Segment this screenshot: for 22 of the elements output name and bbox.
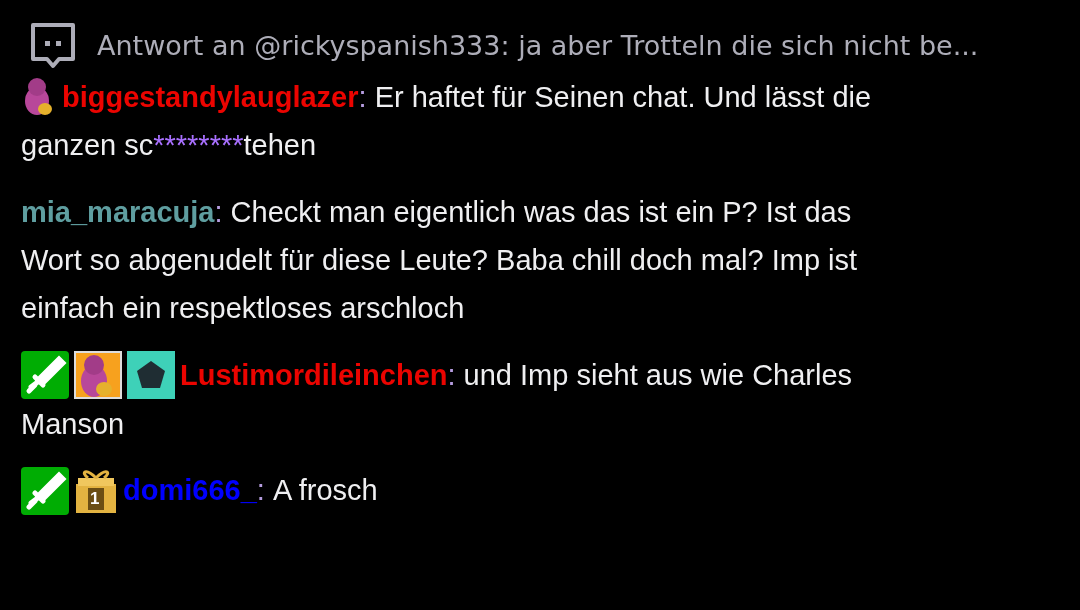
message-text: Manson	[21, 408, 125, 441]
separator: :	[447, 359, 456, 392]
reply-icon	[29, 21, 77, 69]
creature-icon	[74, 351, 122, 400]
username[interactable]: Lustimordileinchen	[180, 359, 448, 392]
separator: :	[358, 81, 367, 114]
separator: :	[214, 196, 223, 229]
message-text: und Imp sieht aus wie Charles	[463, 359, 853, 392]
separator: :	[256, 474, 265, 507]
sword-icon	[21, 466, 69, 515]
sword-icon	[21, 351, 69, 400]
username[interactable]: domi666_	[123, 474, 257, 507]
username[interactable]: mia_maracuja	[21, 196, 215, 229]
reply-text: Antwort an @rickyspanish333: ja aber Trotteln die sich nicht be...	[97, 29, 979, 61]
message-text: ganzen sc********tehen	[21, 129, 317, 162]
message-text: Wort so abgenudelt für diese Leute? Baba chill doch mal? Imp ist	[21, 244, 858, 277]
message-text: einfach ein respektloses arschloch	[21, 292, 465, 325]
message-text: A frosch	[272, 474, 378, 507]
message-text: Checkt man eigentlich was das ist ein P? Ist das	[230, 196, 852, 229]
gem-icon	[127, 351, 175, 400]
username[interactable]: biggestandylauglazer	[62, 81, 359, 114]
message-text: Er haftet für Seinen chat. Und lässt die	[374, 81, 872, 114]
